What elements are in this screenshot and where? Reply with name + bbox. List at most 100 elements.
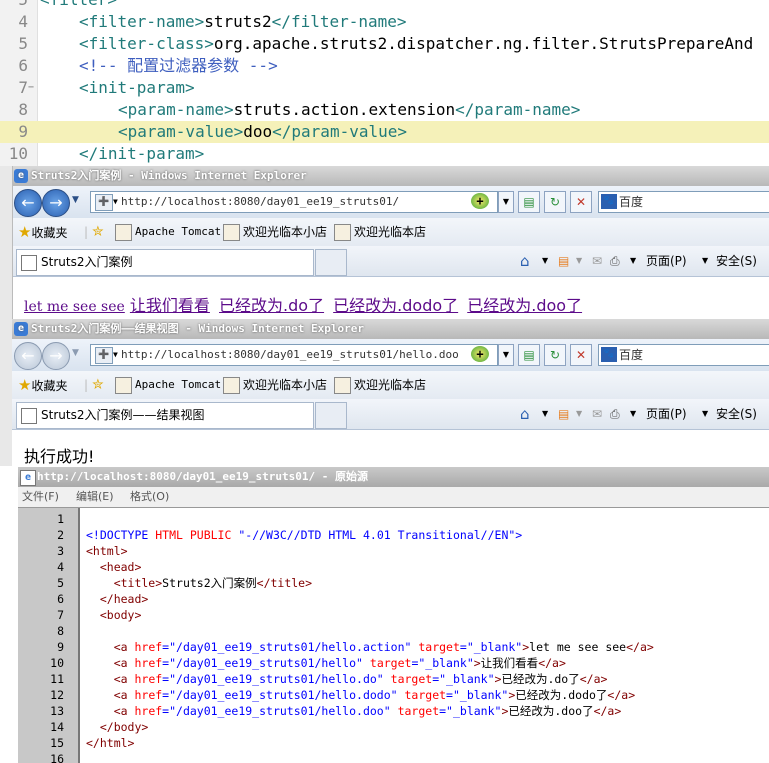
favorites-button[interactable]: ★收藏夹 [18,371,67,400]
source-code-area[interactable]: 1 2 <!DOCTYPE HTML PUBLIC "-//W3C//DTD HTM… [18,507,769,763]
chevron-down-icon[interactable]: ▼ [72,348,79,358]
chevron-down-icon[interactable]: ▼ [702,246,708,276]
fold-icon[interactable]: − [28,0,36,11]
fav-link-shop[interactable]: 欢迎光临本店 [334,371,426,399]
source-menu-bar: 文件(F) 编辑(E) 格式(O) [18,487,769,507]
add-favorite-icon[interactable]: ✮ [92,371,104,399]
address-dropdown-button[interactable]: ▼ [498,344,514,366]
line-number: 8 [18,100,28,119]
chevron-down-icon[interactable]: ▼ [630,246,636,276]
fold-icon[interactable]: − [28,77,36,99]
menu-format[interactable]: 格式(O) [130,487,169,507]
code-token: href [134,704,163,718]
page-menu[interactable]: 页面(P) [646,399,687,429]
menu-edit[interactable]: 编辑(E) [76,487,114,507]
code-token: <filter-class> [79,34,214,53]
tomcat-icon [115,223,132,241]
back-button[interactable]: ← [14,189,42,217]
source-line: 16 [18,751,769,763]
line-number: 5 [0,0,28,11]
chevron-down-icon[interactable]: ▼ [630,399,636,429]
code-editor[interactable]: 5−<filter>4<filter-name>struts2</filter-… [0,0,769,166]
back-button[interactable]: ← [14,342,42,370]
fav-link-tomcat[interactable]: Apache Tomcat [115,218,221,246]
link-hello-doo[interactable]: 已经改为.doo了 [467,296,582,315]
search-box[interactable]: 🐾 百度 [598,191,769,213]
editor-line[interactable]: 9 <param-value>doo</param-value> [0,121,769,143]
fav-link-shop-small[interactable]: 欢迎光临本小店 [223,218,327,246]
line-number: 3 [57,544,64,558]
address-bar[interactable]: ➕ ▼ http://localhost:8080/day01_ee19_str… [90,344,498,366]
chevron-down-icon[interactable]: ▼ [702,399,708,429]
code-token: ="_blank" [439,704,502,718]
menu-file[interactable]: 文件(F) [22,487,59,507]
link-hello-do[interactable]: 已经改为.do了 [219,296,324,315]
search-box[interactable]: 🐾 百度 [598,344,769,366]
editor-line[interactable]: 5 <filter-class>org.apache.struts2.dispat… [0,33,769,55]
chevron-down-icon[interactable]: ▼ [576,399,582,429]
tomcat-icon [115,376,132,394]
dropdown-icon[interactable]: ▼ [113,192,118,212]
code-token: <!-- 配置过滤器参数 --> [79,56,278,75]
stop-icon[interactable]: ✕ [570,344,592,366]
code-text: <init-param> [79,77,195,99]
fav-link-shop[interactable]: 欢迎光临本店 [334,218,426,246]
tab-result-view[interactable]: Struts2入门案例——结果视图 [16,402,314,429]
compatibility-icon[interactable]: ▤ [518,344,540,366]
code-token: HTML PUBLIC [155,528,239,542]
print-icon[interactable]: ⎙ [610,246,620,276]
refresh-icon[interactable]: ↻ [544,191,566,213]
page-menu[interactable]: 页面(P) [646,246,687,276]
editor-line[interactable]: 6 <!-- 配置过滤器参数 --> [0,55,769,77]
dropdown-icon[interactable]: ▼ [113,345,118,365]
code-token: ="/day01_ee19_struts01/hello.action" [162,640,419,654]
print-icon[interactable]: ⎙ [610,399,620,429]
code-token: <a [86,704,135,718]
chevron-down-icon[interactable]: ▼ [576,246,582,276]
editor-line[interactable]: 8 <param-name>struts.action.extension</pa… [0,99,769,121]
address-bar[interactable]: ➕ ▼ http://localhost:8080/day01_ee19_str… [90,191,498,213]
safety-menu[interactable]: 安全(S) [716,246,757,276]
fav-link-shop-small[interactable]: 欢迎光临本小店 [223,371,327,399]
page-icon [334,377,351,394]
fav-link-tomcat[interactable]: Apache Tomcat [115,371,221,399]
chevron-down-icon[interactable]: ▼ [72,195,79,205]
mail-icon[interactable]: ✉ [592,399,602,429]
editor-line[interactable]: 4 <filter-name>struts2</filter-name> [0,11,769,33]
link-hello-action[interactable]: let me see see [24,299,125,315]
stop-icon[interactable]: ✕ [570,191,592,213]
compat-view-icon[interactable]: + [471,346,489,362]
code-token: ="_blank" [411,656,474,670]
refresh-icon[interactable]: ↻ [544,344,566,366]
safety-menu[interactable]: 安全(S) [716,399,757,429]
forward-button[interactable]: → [42,189,70,217]
home-icon[interactable]: ⌂ [520,246,530,276]
source-line: 15 </html> [18,735,769,751]
editor-line[interactable]: 5−<filter> [0,0,769,11]
rss-icon[interactable]: ▤ [558,246,569,276]
view-source-window: e http://localhost:8080/day01_ee19_strut… [18,467,769,763]
favorites-button[interactable]: ★收藏夹 [18,218,67,247]
compat-view-icon[interactable]: + [471,193,489,209]
editor-line[interactable]: 7− <init-param> [0,77,769,99]
window-title-bar: e Struts2入门案例——结果视图 - Windows Internet E… [12,319,769,339]
home-icon[interactable]: ⌂ [520,399,530,429]
add-favorite-icon[interactable]: ✮ [92,218,104,246]
rss-icon[interactable]: ▤ [558,399,569,429]
mail-icon[interactable]: ✉ [592,246,602,276]
tab-struts2[interactable]: Struts2入门案例 [16,249,314,276]
editor-line[interactable]: 10 </init-param> [0,143,769,165]
chevron-down-icon[interactable]: ▼ [542,246,548,276]
link-hello-dodo[interactable]: 已经改为.dodo了 [333,296,458,315]
chevron-down-icon[interactable]: ▼ [542,399,548,429]
forward-button[interactable]: → [42,342,70,370]
code-text: </init-param> [79,143,204,165]
code-token: doo [243,122,273,141]
new-tab-button[interactable] [315,249,347,276]
compatibility-icon[interactable]: ▤ [518,191,540,213]
new-tab-button[interactable] [315,402,347,429]
code-token: href [134,656,163,670]
address-dropdown-button[interactable]: ▼ [498,191,514,213]
source-code: <!DOCTYPE HTML PUBLIC "-//W3C//DTD HTML … [86,527,522,543]
link-hello[interactable]: 让我们看看 [130,296,210,315]
